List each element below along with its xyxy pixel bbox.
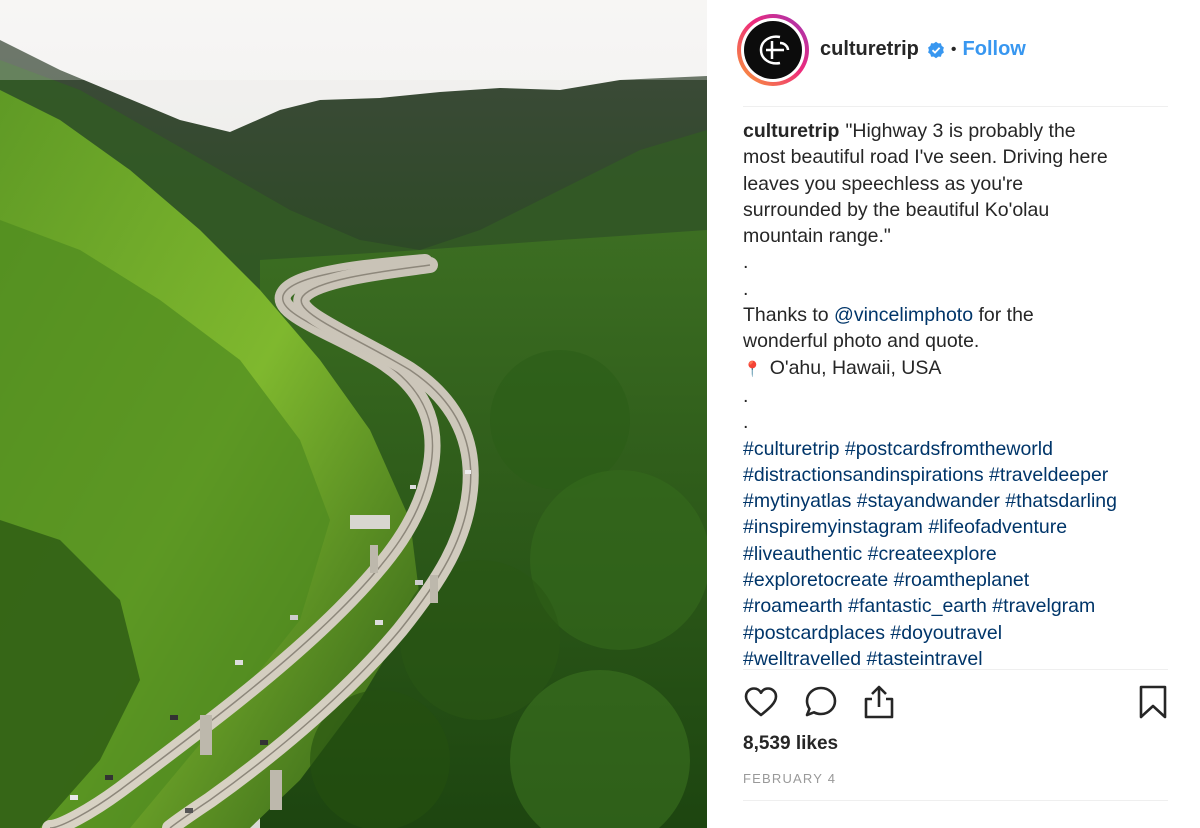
hashtag-line[interactable]: #welltravelled #tasteintravel bbox=[743, 646, 1183, 667]
hashtag-line[interactable]: #culturetrip #postcardsfromtheworld bbox=[743, 436, 1183, 462]
separator-dot: • bbox=[950, 40, 957, 58]
follow-button[interactable]: Follow bbox=[963, 38, 1026, 61]
location-line: 📍 O'ahu, Hawaii, USA bbox=[743, 355, 1183, 383]
caption-line: wonderful photo and quote. bbox=[743, 330, 980, 353]
username-row: culturetrip • Follow bbox=[820, 38, 1026, 61]
verified-badge-icon bbox=[927, 41, 945, 59]
comment-icon[interactable] bbox=[803, 684, 839, 720]
caption-line: culturetrip "Highway 3 is probably the bbox=[743, 120, 1076, 142]
hashtag-line[interactable]: #exploretocreate #roamtheplanet bbox=[743, 567, 1183, 593]
caption-dot: . bbox=[743, 384, 749, 407]
mention-link[interactable]: @vincelimphoto bbox=[834, 304, 973, 326]
highway-landscape-image bbox=[0, 0, 707, 828]
hashtag-line[interactable]: #distractionsandinspirations #traveldeep… bbox=[743, 462, 1183, 488]
hashtag-line[interactable]: #roamearth #fantastic_earth #travelgram bbox=[743, 593, 1183, 619]
likes-count[interactable]: 8,539 likes bbox=[743, 733, 838, 755]
pin-icon: 📍 bbox=[743, 360, 762, 378]
caption-line: most beautiful road I've seen. Driving h… bbox=[743, 146, 1108, 169]
caption-line: mountain range." bbox=[743, 225, 891, 248]
hashtag-line[interactable]: #inspiremyinstagram #lifeofadventure bbox=[743, 514, 1183, 540]
post-photo[interactable] bbox=[0, 0, 707, 828]
location-text: O'ahu, Hawaii, USA bbox=[769, 356, 942, 379]
caption-line: leaves you speechless as you're bbox=[743, 172, 1024, 195]
share-icon[interactable] bbox=[861, 684, 897, 720]
hashtag-line[interactable]: #postcardplaces #doyoutravel bbox=[743, 620, 1183, 646]
caption-dot: . bbox=[743, 411, 749, 434]
action-bar bbox=[743, 684, 1173, 724]
heart-icon[interactable] bbox=[743, 684, 779, 720]
footer-divider bbox=[743, 800, 1168, 801]
culturetrip-logo-icon bbox=[744, 21, 802, 79]
avatar[interactable] bbox=[737, 14, 809, 86]
caption-username-link[interactable]: culturetrip bbox=[743, 120, 839, 142]
post-date[interactable]: FEBRUARY 4 bbox=[743, 771, 836, 786]
caption-dot: . bbox=[743, 277, 749, 300]
username-link[interactable]: culturetrip bbox=[820, 38, 919, 61]
caption: culturetrip "Highway 3 is probably the mo… bbox=[743, 118, 1183, 667]
post-details-panel: culturetrip • Follow culturetrip "Highway… bbox=[707, 0, 1200, 828]
post-header: culturetrip • Follow bbox=[707, 0, 1200, 106]
header-divider bbox=[743, 106, 1168, 107]
caption-line: surrounded by the beautiful Ko'olau bbox=[743, 198, 1050, 221]
bookmark-icon[interactable] bbox=[1135, 684, 1171, 720]
hashtag-line[interactable]: #mytinyatlas #stayandwander #thatsdarlin… bbox=[743, 488, 1183, 514]
actions-divider bbox=[743, 669, 1168, 670]
hashtag-line[interactable]: #liveauthentic #createexplore bbox=[743, 541, 1183, 567]
caption-dot: . bbox=[743, 251, 749, 274]
caption-line: Thanks to @vincelimphoto for the bbox=[743, 304, 1034, 327]
